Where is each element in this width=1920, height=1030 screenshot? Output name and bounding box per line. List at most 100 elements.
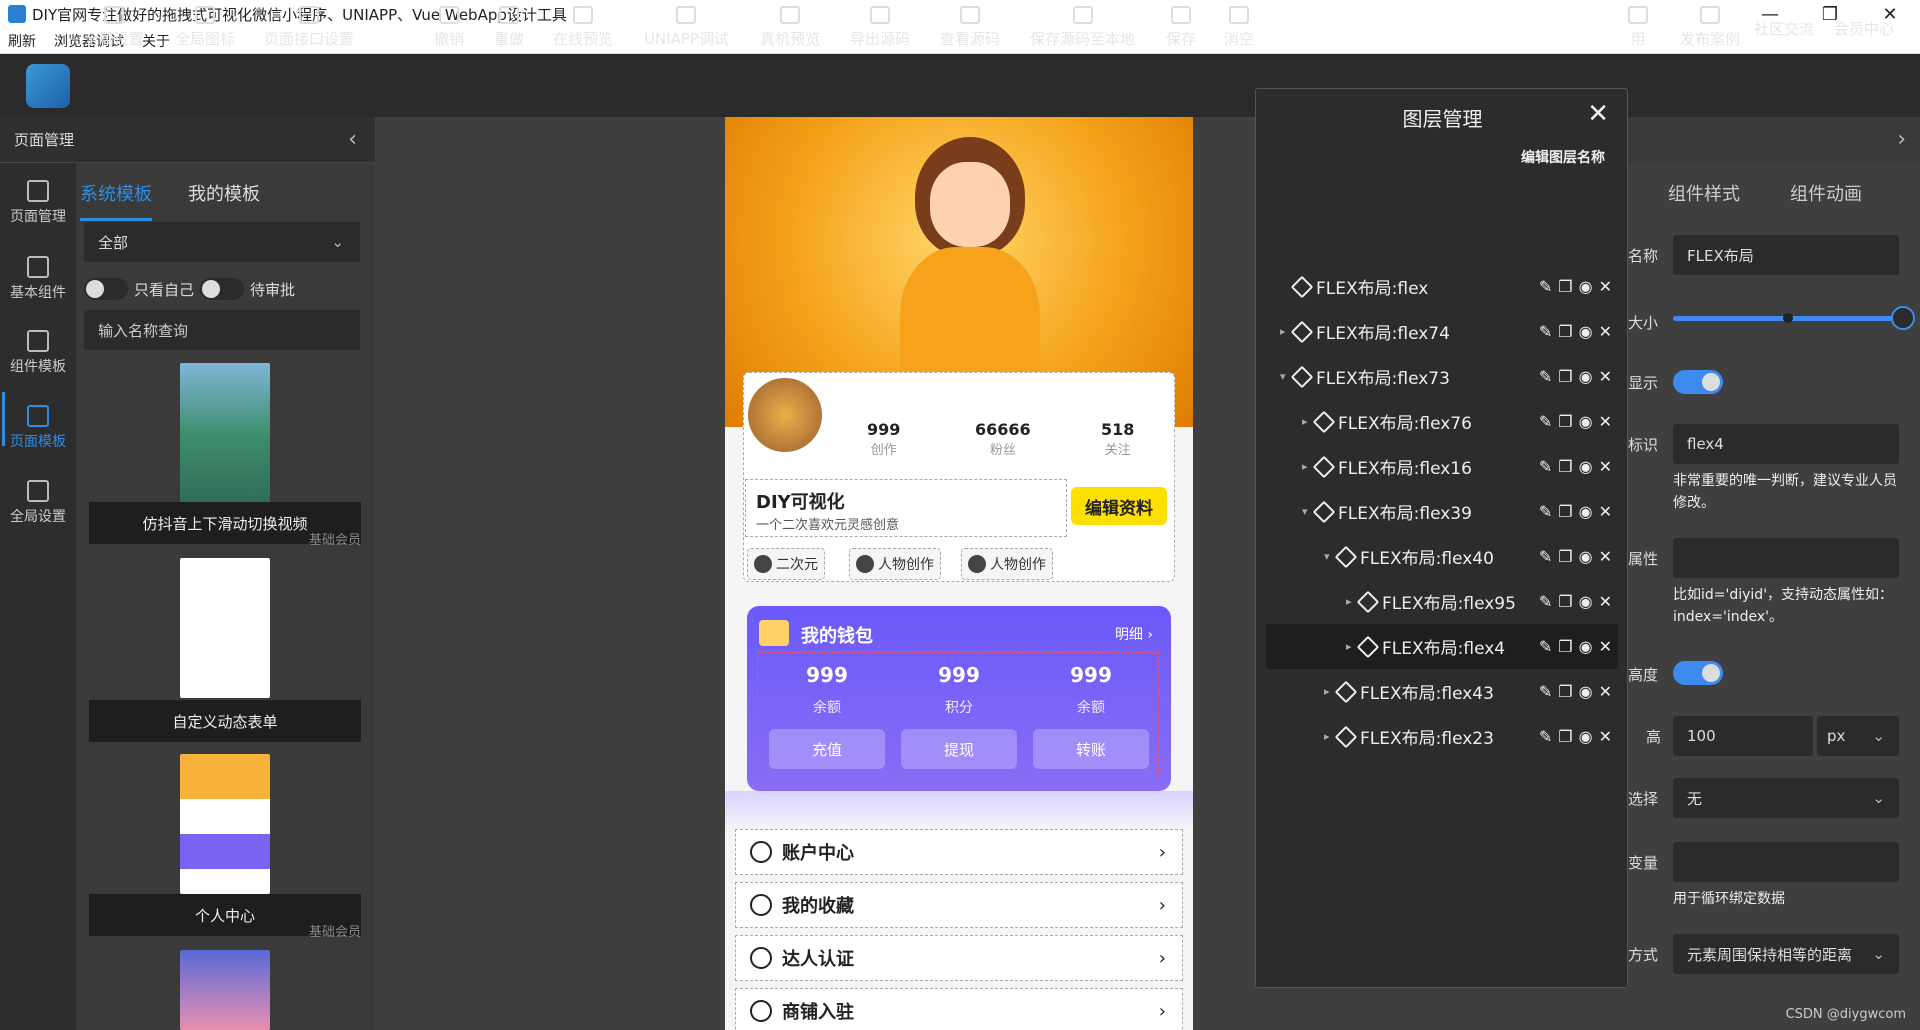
export-source-button[interactable]: 导出源码 bbox=[850, 6, 910, 49]
template-card-title[interactable]: 仿抖音上下滑动切换视频 基础会员 bbox=[89, 502, 361, 548]
layer-row[interactable]: ▸ FLEX布局:flex4 ✎ ❐ ◉ ✕ bbox=[1266, 624, 1618, 669]
rail-page-manage[interactable]: 页面管理 bbox=[0, 180, 76, 226]
layer-row[interactable]: ▸ FLEX布局:flex76 ✎ ❐ ◉ ✕ bbox=[1266, 399, 1618, 444]
move-icon[interactable] bbox=[1290, 275, 1314, 298]
edit-icon[interactable]: ✎ bbox=[1539, 457, 1552, 476]
eye-icon[interactable]: ◉ bbox=[1579, 277, 1593, 296]
save-button[interactable]: 保存 bbox=[1166, 6, 1196, 49]
edit-icon[interactable]: ✎ bbox=[1539, 547, 1552, 566]
rail-global-settings[interactable]: 全局设置 bbox=[0, 480, 76, 526]
edit-icon[interactable]: ✎ bbox=[1539, 682, 1552, 701]
edit-icon[interactable]: ✎ bbox=[1539, 412, 1552, 431]
menu-row-favorites[interactable]: 我的收藏 › bbox=[735, 882, 1183, 928]
save-source-local-button[interactable]: 保存源码至本地 bbox=[1030, 6, 1135, 49]
attr-field[interactable] bbox=[1673, 538, 1899, 578]
recharge-button[interactable]: 充值 bbox=[769, 729, 885, 769]
menu-refresh[interactable]: 刷新 bbox=[8, 31, 36, 51]
layer-row[interactable]: FLEX布局:flex ✎ ❐ ◉ ✕ bbox=[1266, 264, 1618, 309]
move-icon[interactable] bbox=[1312, 500, 1336, 523]
id-field[interactable]: flex4 bbox=[1673, 424, 1899, 464]
delete-icon[interactable]: ✕ bbox=[1599, 727, 1612, 746]
copy-icon[interactable]: ❐ bbox=[1558, 547, 1572, 566]
wallet-detail-link[interactable]: 明细 › bbox=[1115, 624, 1153, 644]
layer-row[interactable]: ▸ FLEX布局:flex23 ✎ ❐ ◉ ✕ bbox=[1266, 714, 1618, 759]
uniapp-debug-button[interactable]: UNIAPP调试 bbox=[644, 6, 729, 49]
show-switch[interactable] bbox=[1673, 370, 1723, 394]
variable-field[interactable] bbox=[1673, 842, 1899, 882]
member-center-button[interactable]: 会员中心 bbox=[1834, 18, 1894, 39]
eye-icon[interactable]: ◉ bbox=[1579, 457, 1593, 476]
edit-icon[interactable]: ✎ bbox=[1539, 637, 1552, 656]
eye-icon[interactable]: ◉ bbox=[1579, 412, 1593, 431]
pending-toggle[interactable] bbox=[200, 278, 245, 300]
category-select[interactable]: 全部 ⌄ bbox=[84, 222, 360, 262]
collapse-left-icon[interactable]: ‹ bbox=[348, 127, 357, 152]
avatar[interactable] bbox=[745, 375, 825, 455]
slider-handle[interactable] bbox=[1891, 306, 1915, 330]
height-switch[interactable] bbox=[1673, 661, 1723, 685]
global-settings-button[interactable]: 全局设置 bbox=[84, 6, 144, 49]
name-field[interactable]: FLEX布局 bbox=[1673, 235, 1899, 275]
tab-component-style[interactable]: 组件样式 bbox=[1668, 180, 1740, 206]
move-icon[interactable] bbox=[1290, 365, 1314, 388]
delete-icon[interactable]: ✕ bbox=[1599, 412, 1612, 431]
redo-button[interactable]: 重做 bbox=[494, 6, 524, 49]
tag-chip[interactable]: 人物创作 bbox=[849, 548, 941, 580]
tab-component-animation[interactable]: 组件动画 bbox=[1790, 180, 1862, 206]
eye-icon[interactable]: ◉ bbox=[1579, 592, 1593, 611]
eye-icon[interactable]: ◉ bbox=[1579, 367, 1593, 386]
menu-row-account[interactable]: 账户中心 › bbox=[735, 829, 1183, 875]
layer-row[interactable]: ▸ FLEX布局:flex43 ✎ ❐ ◉ ✕ bbox=[1266, 669, 1618, 714]
edit-icon[interactable]: ✎ bbox=[1539, 502, 1552, 521]
online-preview-button[interactable]: 在线预览 bbox=[553, 6, 613, 49]
eye-icon[interactable]: ◉ bbox=[1579, 637, 1593, 656]
delete-icon[interactable]: ✕ bbox=[1599, 457, 1612, 476]
move-icon[interactable] bbox=[1290, 320, 1314, 343]
copy-icon[interactable]: ❐ bbox=[1558, 277, 1572, 296]
delete-icon[interactable]: ✕ bbox=[1599, 547, 1612, 566]
tag-chip[interactable]: 二次元 bbox=[747, 548, 825, 580]
layer-row[interactable]: ▾ FLEX布局:flex73 ✎ ❐ ◉ ✕ bbox=[1266, 354, 1618, 399]
move-icon[interactable] bbox=[1334, 680, 1358, 703]
move-icon[interactable] bbox=[1312, 455, 1336, 478]
close-layers-icon[interactable]: ✕ bbox=[1587, 99, 1609, 129]
clear-button[interactable]: 消空 bbox=[1224, 6, 1254, 49]
tag-chip[interactable]: 人物创作 bbox=[961, 548, 1053, 580]
delete-icon[interactable]: ✕ bbox=[1599, 682, 1612, 701]
template-card-title[interactable]: 个人中心 基础会员 bbox=[89, 894, 361, 940]
copy-icon[interactable]: ❐ bbox=[1558, 682, 1572, 701]
rail-page-templates[interactable]: 页面模板 bbox=[0, 405, 76, 451]
edit-icon[interactable]: ✎ bbox=[1539, 322, 1552, 341]
template-thumbnail[interactable] bbox=[180, 558, 270, 698]
rail-component-templates[interactable]: 组件模板 bbox=[0, 330, 76, 376]
eye-icon[interactable]: ◉ bbox=[1579, 727, 1593, 746]
publish-case-button[interactable]: 发布案例 bbox=[1680, 6, 1740, 49]
unit-select[interactable]: px ⌄ bbox=[1817, 716, 1899, 756]
copy-icon[interactable]: ❐ bbox=[1558, 727, 1572, 746]
copy-icon[interactable]: ❐ bbox=[1558, 457, 1572, 476]
eye-icon[interactable]: ◉ bbox=[1579, 682, 1593, 701]
copy-icon[interactable]: ❐ bbox=[1558, 592, 1572, 611]
view-source-button[interactable]: 查看源码 bbox=[940, 6, 1000, 49]
edit-icon[interactable]: ✎ bbox=[1539, 592, 1552, 611]
copy-icon[interactable]: ❐ bbox=[1558, 367, 1572, 386]
delete-icon[interactable]: ✕ bbox=[1599, 592, 1612, 611]
eye-icon[interactable]: ◉ bbox=[1579, 502, 1593, 521]
layer-row[interactable]: ▸ FLEX布局:flex16 ✎ ❐ ◉ ✕ bbox=[1266, 444, 1618, 489]
copy-icon[interactable]: ❐ bbox=[1558, 412, 1572, 431]
template-card-title[interactable]: 自定义动态表单 bbox=[89, 700, 361, 742]
template-thumbnail[interactable] bbox=[180, 754, 270, 894]
withdraw-button[interactable]: 提现 bbox=[901, 729, 1017, 769]
collapse-right-icon[interactable]: › bbox=[1897, 127, 1906, 152]
eye-icon[interactable]: ◉ bbox=[1579, 547, 1593, 566]
template-search-input[interactable]: 输入名称查询 bbox=[84, 310, 360, 350]
only-mine-toggle[interactable] bbox=[84, 278, 128, 300]
apply-button[interactable]: 用 bbox=[1628, 6, 1648, 49]
layer-row[interactable]: ▾ FLEX布局:flex40 ✎ ❐ ◉ ✕ bbox=[1266, 534, 1618, 579]
layout-mode-select[interactable]: 元素周围保持相等的距离 ⌄ bbox=[1673, 934, 1899, 974]
size-slider[interactable] bbox=[1673, 306, 1915, 330]
menu-row-shop[interactable]: 商铺入驻 › bbox=[735, 988, 1183, 1030]
layer-row[interactable]: ▸ FLEX布局:flex95 ✎ ❐ ◉ ✕ bbox=[1266, 579, 1618, 624]
height-input[interactable]: 100 bbox=[1673, 716, 1813, 756]
layer-row[interactable]: ▸ FLEX布局:flex74 ✎ ❐ ◉ ✕ bbox=[1266, 309, 1618, 354]
